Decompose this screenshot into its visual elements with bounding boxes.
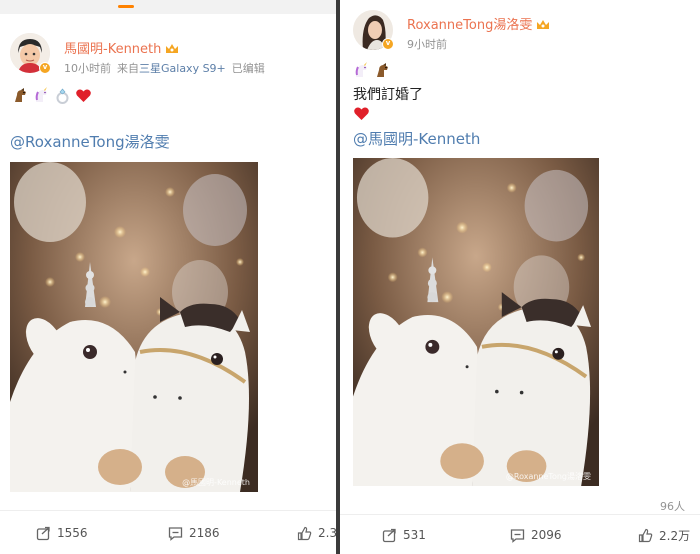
right-action-bar: 531 2096 2.2万 <box>340 514 700 554</box>
heart-icon <box>354 107 369 120</box>
repost-count: 531 <box>403 528 426 542</box>
repost-icon <box>36 526 50 540</box>
source-prefix: 来自 <box>117 62 139 75</box>
post-meta: 10小时前 来自三星Galaxy S9+ 已编辑 <box>64 60 265 76</box>
emoji-row <box>12 87 92 104</box>
like-button[interactable]: 2.2万 <box>638 515 690 554</box>
comment-count: 2186 <box>189 526 220 540</box>
verified-badge-icon: v <box>382 38 394 50</box>
photo-image <box>10 162 258 492</box>
comment-button[interactable]: 2096 <box>510 515 562 554</box>
like-button[interactable]: 2.3 <box>297 511 336 554</box>
unicorn-icon <box>355 62 367 77</box>
horse-icon <box>15 88 26 102</box>
post-time: 10小时前 <box>64 62 111 75</box>
like-count: 2.2万 <box>659 528 691 543</box>
unicorn-icon <box>35 87 47 102</box>
likes-summary-text: 96人 <box>660 500 685 513</box>
right-post-panel: v RoxanneTong湯洛雯 9小时前 我們訂婚了 @馬國明-Kenneth <box>340 0 700 554</box>
thumbs-up-icon <box>297 526 312 540</box>
active-tab-indicator <box>118 5 134 8</box>
repost-button[interactable]: 1556 <box>36 511 88 554</box>
top-tab-bar <box>0 0 336 14</box>
edited-label: 已编辑 <box>231 62 265 75</box>
photo-watermark: @馬國明-Kenneth <box>182 478 250 487</box>
comment-count: 2096 <box>531 528 562 542</box>
emoji-row <box>353 62 391 79</box>
post-time: 9小时前 <box>407 38 447 51</box>
mention-link[interactable]: @RoxanneTong湯洛雯 <box>10 131 170 152</box>
post-photo[interactable]: @馬國明-Kenneth <box>10 162 258 492</box>
comment-icon <box>510 528 525 543</box>
likes-summary[interactable]: 96人 <box>660 498 685 514</box>
heart-icon <box>76 89 91 102</box>
mention-link[interactable]: @馬國明-Kenneth <box>353 128 480 149</box>
crown-icon <box>537 20 550 29</box>
repost-icon <box>382 528 396 542</box>
like-count: 2.3 <box>318 526 336 540</box>
post-text: 我們訂婚了 <box>353 87 423 103</box>
repost-button[interactable]: 531 <box>382 515 426 554</box>
photo-image <box>353 158 599 486</box>
verified-badge-icon: v <box>39 62 51 74</box>
comment-button[interactable]: 2186 <box>168 511 220 554</box>
device-link[interactable]: 三星Galaxy S9+ <box>139 62 226 75</box>
username-link[interactable]: 馬國明-Kenneth <box>64 38 179 57</box>
username-text: 馬國明-Kenneth <box>64 42 162 57</box>
left-post-panel: v 馬國明-Kenneth 10小时前 来自三星Galaxy S9+ 已编辑 @Ro… <box>0 0 336 554</box>
heart-row <box>353 105 370 122</box>
username-link[interactable]: RoxanneTong湯洛雯 <box>407 14 550 33</box>
repost-count: 1556 <box>57 526 88 540</box>
crown-icon <box>166 44 179 53</box>
username-text: RoxanneTong湯洛雯 <box>407 18 533 33</box>
photo-watermark: @RoxanneTong湯洛雯 <box>505 472 591 481</box>
ring-icon <box>56 88 69 104</box>
comment-icon <box>168 526 183 541</box>
post-photo[interactable]: @RoxanneTong湯洛雯 <box>353 158 599 486</box>
left-action-bar: 1556 2186 2.3 <box>0 510 336 554</box>
horse-icon <box>377 63 388 77</box>
thumbs-up-icon <box>638 528 653 542</box>
